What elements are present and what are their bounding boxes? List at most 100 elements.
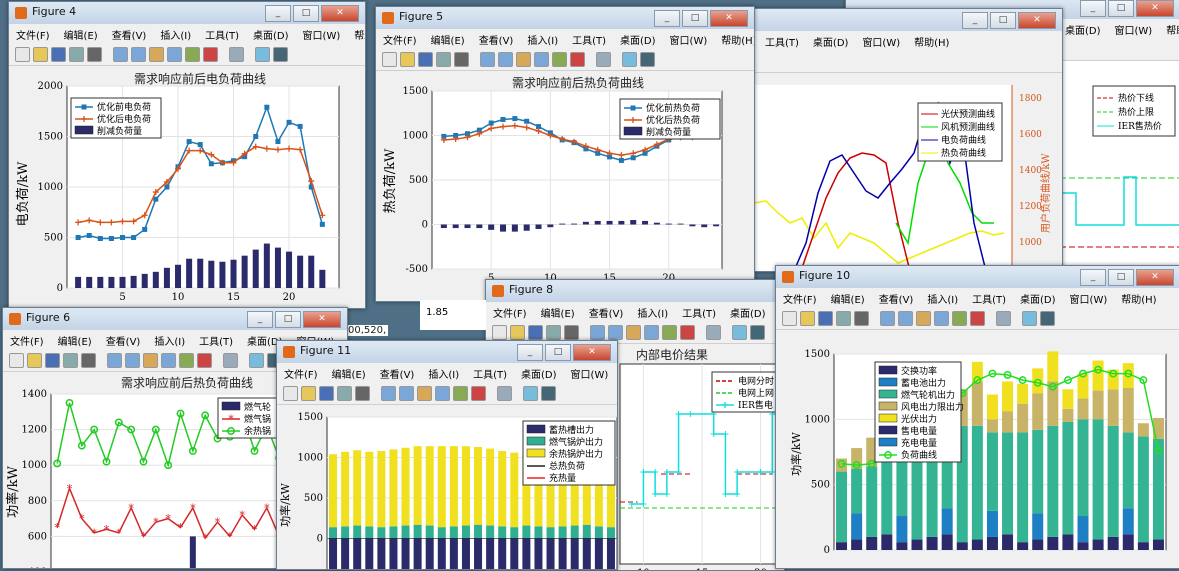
menu-item[interactable]: 帮助(H) [714, 29, 754, 48]
maximize-button[interactable]: □ [545, 344, 571, 361]
toolbar-button-icon[interactable] [732, 325, 747, 340]
toolbar-button-icon[interactable] [33, 47, 48, 62]
menu-item[interactable]: 桌面(D) [613, 29, 663, 48]
toolbar-button-icon[interactable] [510, 325, 525, 340]
toolbar-button-icon[interactable] [223, 353, 238, 368]
close-button[interactable]: ✕ [303, 311, 341, 328]
window-titlebar[interactable]: Figure 8 [486, 280, 784, 303]
menu-item[interactable]: 编辑(E) [325, 363, 373, 382]
toolbar-button-icon[interactable] [782, 311, 797, 326]
toolbar-button-icon[interactable] [418, 52, 433, 67]
toolbar-button-icon[interactable] [626, 325, 641, 340]
toolbar-button-icon[interactable] [87, 47, 102, 62]
toolbar-button-icon[interactable] [113, 47, 128, 62]
toolbar-button-icon[interactable] [880, 311, 895, 326]
toolbar-button-icon[interactable] [197, 353, 212, 368]
toolbar-button-icon[interactable] [125, 353, 140, 368]
toolbar-button-icon[interactable] [143, 353, 158, 368]
toolbar-button-icon[interactable] [179, 353, 194, 368]
toolbar-button-icon[interactable] [492, 325, 507, 340]
menu-item[interactable]: 桌面(D) [723, 302, 773, 321]
menu-item[interactable]: 查看(V) [472, 29, 521, 48]
toolbar-button-icon[interactable] [534, 52, 549, 67]
maximize-button[interactable]: □ [1108, 0, 1134, 17]
menu-item[interactable]: 查看(V) [373, 363, 422, 382]
close-button[interactable]: ✕ [321, 5, 359, 22]
toolbar-button-icon[interactable] [471, 386, 486, 401]
toolbar-button-icon[interactable] [301, 386, 316, 401]
close-button[interactable]: ✕ [1136, 0, 1174, 17]
menu-item[interactable]: 桌面(D) [514, 363, 564, 382]
close-button[interactable]: ✕ [1136, 269, 1174, 286]
menu-item[interactable]: 桌面(D) [246, 24, 296, 43]
menu-tools[interactable]: 工具(T) [758, 31, 806, 50]
window-titlebar[interactable]: Figure 5 _ □ ✕ [376, 7, 754, 30]
minimize-button[interactable]: _ [1080, 269, 1106, 286]
menu-item[interactable]: 插入(I) [520, 29, 565, 48]
menu-item[interactable]: 工具(T) [565, 29, 613, 48]
close-button[interactable]: ✕ [573, 344, 611, 361]
toolbar-button-icon[interactable] [570, 52, 585, 67]
menu-window[interactable]: 窗口(W) [855, 31, 907, 50]
toolbar-button-icon[interactable] [596, 52, 611, 67]
toolbar-button-icon[interactable] [916, 311, 931, 326]
menu-item[interactable]: 工具(T) [466, 363, 514, 382]
menu-item[interactable]: 查看(V) [105, 24, 154, 43]
menu-item[interactable]: 插入(I) [920, 288, 965, 307]
toolbar-button-icon[interactable] [283, 386, 298, 401]
window-titlebar[interactable]: Figure 10 _ □ ✕ [776, 266, 1179, 289]
toolbar-button-icon[interactable] [63, 353, 78, 368]
toolbar-button-icon[interactable] [185, 47, 200, 62]
toolbar-button-icon[interactable] [400, 52, 415, 67]
toolbar-button-icon[interactable] [800, 311, 815, 326]
menu-help[interactable]: 帮助(H) [1159, 19, 1179, 38]
menu-item[interactable]: 文件(F) [486, 302, 534, 321]
maximize-button[interactable]: □ [293, 5, 319, 22]
toolbar-button-icon[interactable] [528, 325, 543, 340]
toolbar-button-icon[interactable] [854, 311, 869, 326]
menu-item[interactable]: 文件(F) [3, 330, 51, 349]
menu-item[interactable]: 文件(F) [776, 288, 824, 307]
menu-item[interactable]: 插入(I) [147, 330, 192, 349]
menu-item[interactable]: 插入(I) [421, 363, 466, 382]
toolbar-button-icon[interactable] [229, 47, 244, 62]
toolbar-button-icon[interactable] [640, 52, 655, 67]
toolbar-button-icon[interactable] [381, 386, 396, 401]
toolbar-button-icon[interactable] [149, 47, 164, 62]
toolbar-button-icon[interactable] [15, 47, 30, 62]
menu-desktop[interactable]: 桌面(D) [1058, 19, 1108, 38]
menu-item[interactable]: 查看(V) [99, 330, 148, 349]
toolbar-button-icon[interactable] [107, 353, 122, 368]
toolbar-button-icon[interactable] [9, 353, 24, 368]
close-button[interactable]: ✕ [1018, 12, 1056, 29]
menu-item[interactable]: 窗口(W) [296, 24, 348, 43]
menu-desktop[interactable]: 桌面(D) [806, 31, 856, 50]
minimize-button[interactable]: _ [654, 10, 680, 27]
menu-item[interactable]: 文件(F) [376, 29, 424, 48]
toolbar-button-icon[interactable] [51, 47, 66, 62]
toolbar-button-icon[interactable] [498, 52, 513, 67]
toolbar-button-icon[interactable] [69, 47, 84, 62]
toolbar-button-icon[interactable] [590, 325, 605, 340]
toolbar-button-icon[interactable] [382, 52, 397, 67]
toolbar-button-icon[interactable] [255, 47, 270, 62]
menu-item[interactable]: 编辑(E) [424, 29, 472, 48]
toolbar-button-icon[interactable] [934, 311, 949, 326]
toolbar-button-icon[interactable] [1040, 311, 1055, 326]
menu-item[interactable]: 窗口(W) [564, 363, 616, 382]
toolbar-button-icon[interactable] [952, 311, 967, 326]
toolbar-button-icon[interactable] [680, 325, 695, 340]
menu-item[interactable]: 编辑(E) [824, 288, 872, 307]
toolbar-button-icon[interactable] [399, 386, 414, 401]
toolbar-button-icon[interactable] [27, 353, 42, 368]
menu-window[interactable]: 窗口(W) [1108, 19, 1160, 38]
menu-item[interactable]: 窗口(W) [663, 29, 715, 48]
toolbar-button-icon[interactable] [818, 311, 833, 326]
toolbar-button-icon[interactable] [319, 386, 334, 401]
toolbar-button-icon[interactable] [706, 325, 721, 340]
toolbar-button-icon[interactable] [273, 47, 288, 62]
toolbar-button-icon[interactable] [898, 311, 913, 326]
toolbar-button-icon[interactable] [644, 325, 659, 340]
toolbar-button-icon[interactable] [203, 47, 218, 62]
minimize-button[interactable]: _ [517, 344, 543, 361]
